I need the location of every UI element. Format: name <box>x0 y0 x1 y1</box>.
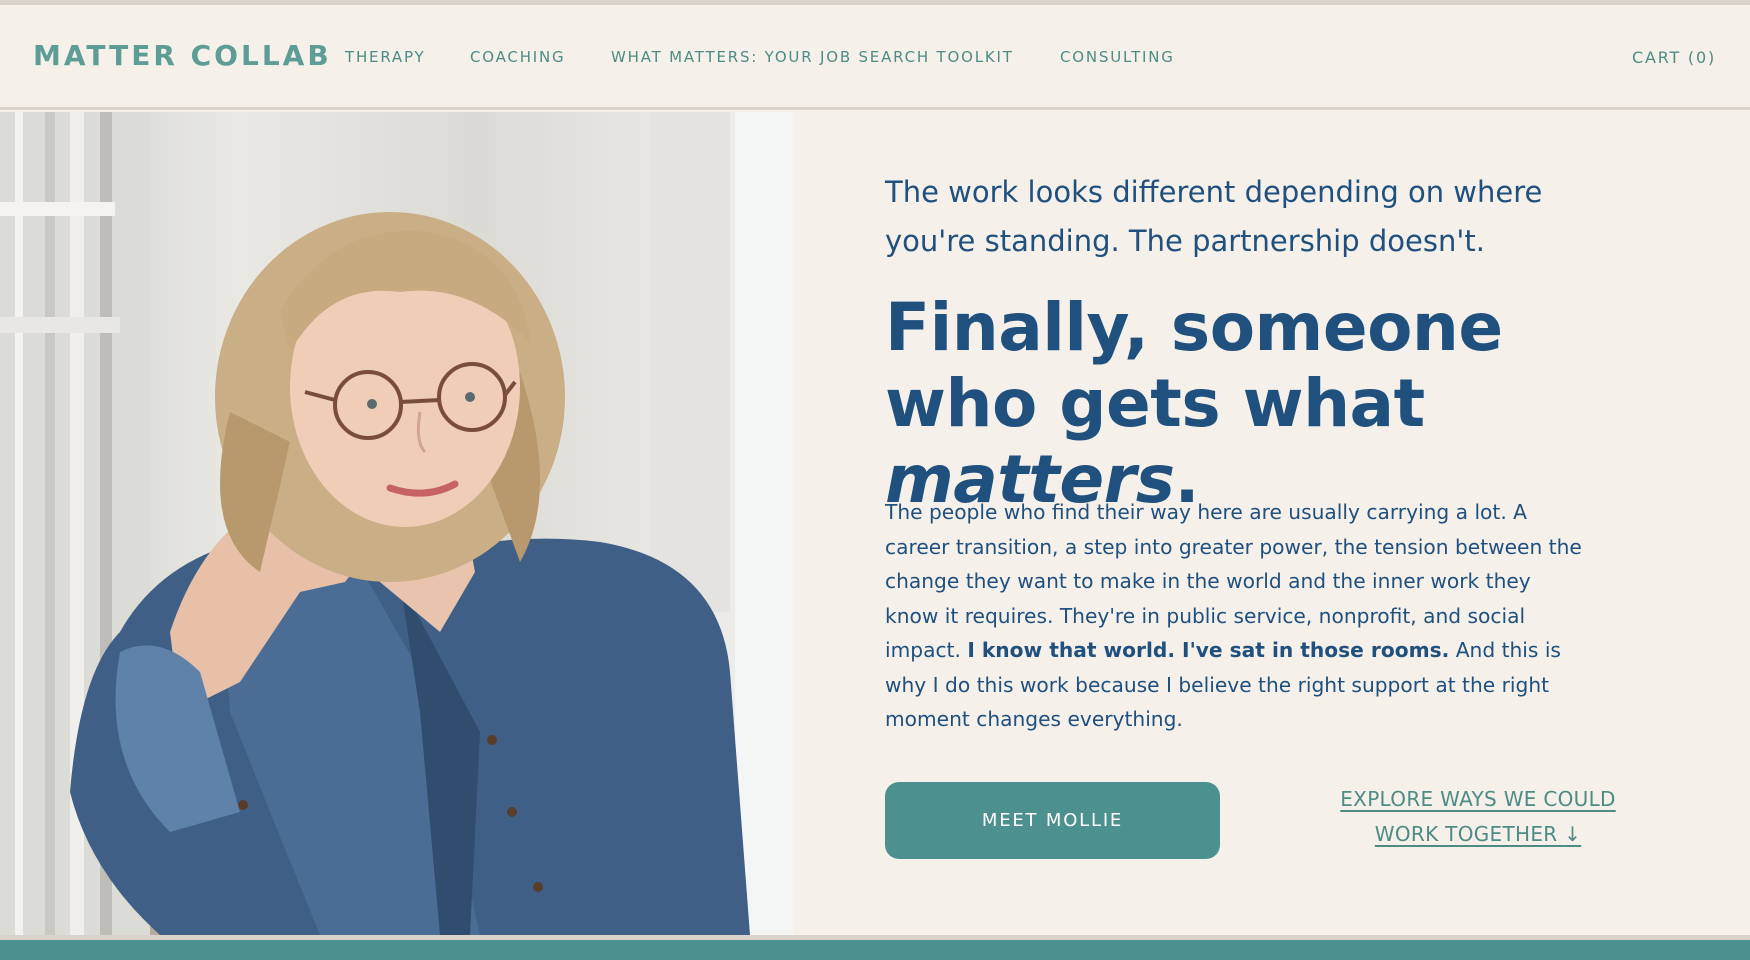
nav-item-coaching[interactable]: COACHING <box>470 48 565 66</box>
site-logo[interactable]: MATTER COLLAB <box>33 39 332 72</box>
explore-ways-link[interactable]: EXPLORE WAYS WE COULD WORK TOGETHER ↓ <box>1320 782 1636 852</box>
nav-item-therapy[interactable]: THERAPY <box>345 48 425 66</box>
hero-body: The people who find their way here are u… <box>885 495 1585 737</box>
hero-portrait-photo <box>0 112 793 935</box>
arrow-down-icon: ↓ <box>1564 822 1582 846</box>
nav-item-job-search-toolkit[interactable]: WHAT MATTERS: YOUR JOB SEARCH TOOLKIT <box>611 48 1014 66</box>
hero-headline: Finally, someone who gets what matters. <box>885 290 1645 518</box>
bottom-teal-bar <box>0 940 1750 960</box>
body-text-bold: I know that world. I've sat in those roo… <box>967 638 1450 662</box>
meet-mollie-button[interactable]: MEET MOLLIE <box>885 782 1220 859</box>
cart-link[interactable]: CART (0) <box>1632 48 1716 67</box>
site-header: MATTER COLLAB THERAPY COACHING WHAT MATT… <box>0 5 1750 110</box>
nav-item-consulting[interactable]: CONSULTING <box>1060 48 1175 66</box>
portrait-illustration <box>0 112 793 935</box>
hero-kicker: The work looks different depending on wh… <box>885 175 1543 258</box>
headline-text: Finally, someone who gets what <box>885 289 1503 442</box>
